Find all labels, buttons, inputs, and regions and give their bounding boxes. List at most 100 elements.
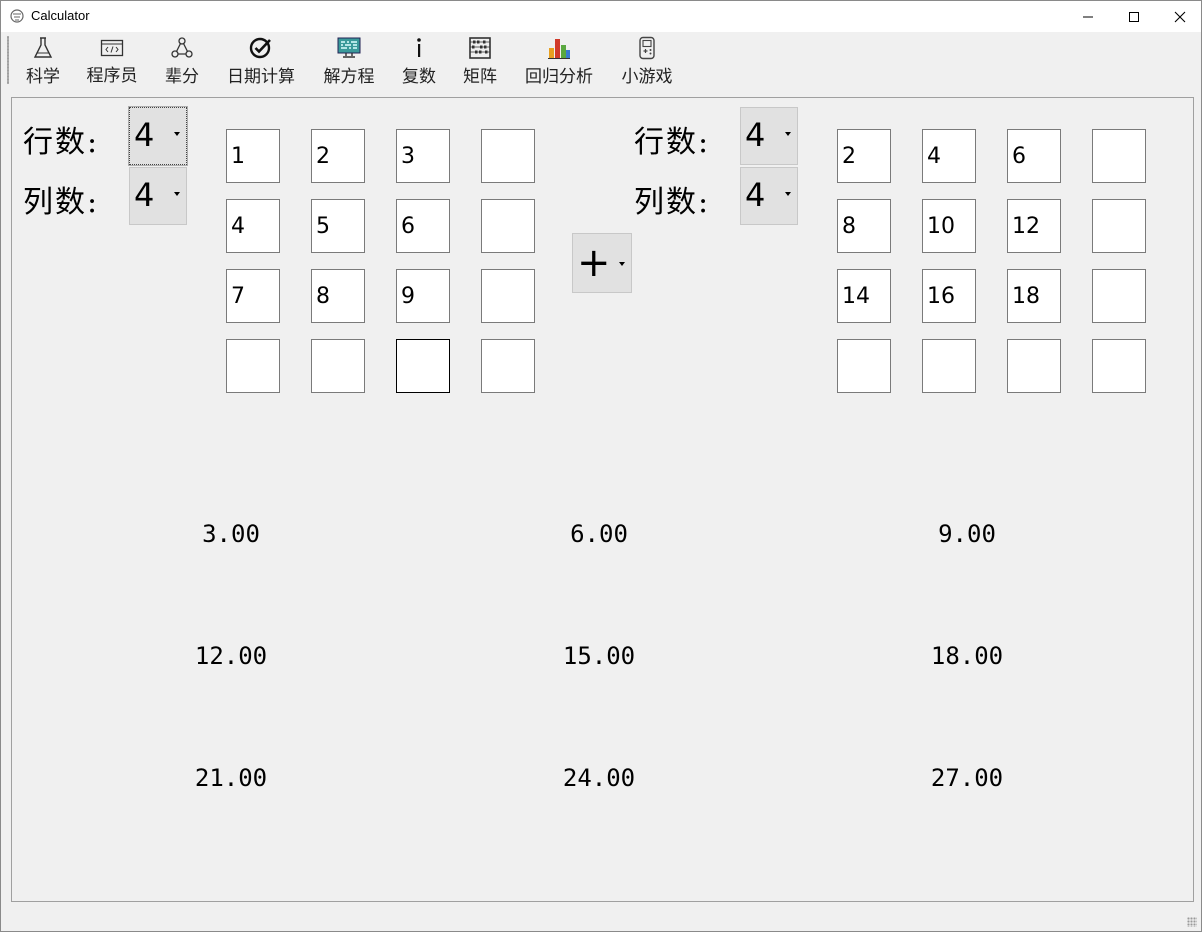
toolbar-label: 复数 <box>402 67 436 87</box>
toolbar-item-minigame[interactable]: 小游戏 <box>619 36 675 87</box>
matrix-a-rows-label: 行数: <box>23 125 100 160</box>
matrix-b-cell[interactable]: 6 <box>1007 129 1061 183</box>
matrix-a-cols-select[interactable]: 4 <box>129 167 187 225</box>
matrix-b-cell[interactable]: 4 <box>922 129 976 183</box>
chevron-down-icon <box>174 192 180 196</box>
matrix-b-cell[interactable]: 12 <box>1007 199 1061 253</box>
toolbar-item-science[interactable]: 科学 <box>24 36 62 87</box>
cell-value: 4 <box>927 144 941 169</box>
matrix-a-cell[interactable]: 8 <box>311 269 365 323</box>
matrix-b-cell[interactable] <box>1092 339 1146 393</box>
toolbar-label: 矩阵 <box>463 67 497 87</box>
cell-value: 2 <box>842 144 856 169</box>
matrix-a-cell[interactable] <box>311 339 365 393</box>
matrix-a-cell[interactable] <box>396 339 450 393</box>
matrix-a-cell[interactable] <box>481 339 535 393</box>
matrix-b-cell[interactable]: 2 <box>837 129 891 183</box>
cell-value: 5 <box>316 214 330 239</box>
cell-value: 6 <box>401 214 415 239</box>
operator-value: + <box>577 240 611 286</box>
cell-value: 8 <box>316 284 330 309</box>
toolbar-item-programmer[interactable]: 程序员 <box>84 36 140 86</box>
cell-value: 14 <box>842 284 870 309</box>
matrix-b-cell[interactable]: 8 <box>837 199 891 253</box>
close-button[interactable] <box>1157 1 1202 32</box>
toolbar-label: 解方程 <box>323 67 375 87</box>
window-title: Calculator <box>31 8 90 23</box>
matrix-a-cell[interactable]: 4 <box>226 199 280 253</box>
toolbar-label: 小游戏 <box>621 67 673 87</box>
cell-value: 4 <box>231 214 245 239</box>
matrix-b-cell[interactable] <box>1007 339 1061 393</box>
matrix-b-cell[interactable]: 10 <box>922 199 976 253</box>
matrix-a-cell[interactable]: 7 <box>226 269 280 323</box>
toolbar-item-complex[interactable]: 复数 <box>400 36 438 87</box>
app-calculator-icon <box>10 9 24 23</box>
matrix-b-cell[interactable] <box>922 339 976 393</box>
matrix-b-cell[interactable]: 18 <box>1007 269 1061 323</box>
matrix-a-cell[interactable]: 9 <box>396 269 450 323</box>
chevron-down-icon <box>785 192 791 196</box>
matrix-a-cols-value: 4 <box>134 176 155 214</box>
close-icon <box>1174 11 1186 22</box>
matrix-a-cell[interactable] <box>481 269 535 323</box>
result-cell: 6.00 <box>570 520 628 548</box>
operator-select[interactable]: + <box>572 233 632 293</box>
toolbar-item-date-calc[interactable]: 日期计算 <box>224 36 298 87</box>
matrix-a-cell[interactable]: 3 <box>396 129 450 183</box>
chevron-down-icon <box>619 262 625 266</box>
matrix-a-cell[interactable]: 2 <box>311 129 365 183</box>
matrix-a-cell[interactable]: 5 <box>311 199 365 253</box>
matrix-a-cell[interactable] <box>226 339 280 393</box>
matrix-a-cell[interactable]: 1 <box>226 129 280 183</box>
toolbar-item-kinship[interactable]: 辈分 <box>163 36 201 87</box>
cell-value: 16 <box>927 284 955 309</box>
toolbar-item-equation[interactable]: 解方程 <box>321 36 377 87</box>
toolbar-item-regression[interactable]: 回归分析 <box>522 36 596 87</box>
result-cell: 3.00 <box>202 520 260 548</box>
matrix-b-cols-select[interactable]: 4 <box>740 167 798 225</box>
matrix-b-rows-label: 行数: <box>634 125 711 160</box>
matrix-b-cell[interactable] <box>1092 129 1146 183</box>
result-cell: 12.00 <box>194 642 268 670</box>
date-check-icon <box>249 36 273 60</box>
maximize-icon <box>1129 11 1139 22</box>
cell-value: 9 <box>401 284 415 309</box>
matrix-b-cols-label: 列数: <box>634 185 711 220</box>
minimize-button[interactable] <box>1065 1 1111 32</box>
matrix-b-cell[interactable] <box>1092 269 1146 323</box>
toolbar-label: 程序员 <box>86 66 138 86</box>
toolbar-grip[interactable] <box>7 36 9 84</box>
toolbar-item-matrix[interactable]: 矩阵 <box>461 36 499 87</box>
matrix-a-cols-label: 列数: <box>23 185 100 220</box>
maximize-button[interactable] <box>1111 1 1157 32</box>
toolbar-label: 回归分析 <box>525 67 593 87</box>
calculator-window: Calculator 科学 程序员 辈分 日期计算 解方程 复数 矩阵 回归分析… <box>0 0 1202 932</box>
result-cell: 18.00 <box>930 642 1004 670</box>
minimize-icon <box>1083 16 1093 17</box>
matrix-a-cell[interactable]: 6 <box>396 199 450 253</box>
resize-grip[interactable] <box>1187 917 1197 927</box>
matrix-a-cell[interactable] <box>481 129 535 183</box>
cell-value: 10 <box>927 214 955 239</box>
matrix-b-rows-select[interactable]: 4 <box>740 107 798 165</box>
chevron-down-icon <box>174 132 180 136</box>
cell-value: 6 <box>1012 144 1026 169</box>
cell-value: 18 <box>1012 284 1040 309</box>
toolbar-label: 日期计算 <box>227 67 295 87</box>
matrix-b-cell[interactable]: 16 <box>922 269 976 323</box>
matrix-a-cell[interactable] <box>481 199 535 253</box>
cell-value: 2 <box>316 144 330 169</box>
code-window-icon <box>100 36 124 59</box>
matrix-b-cell[interactable] <box>1092 199 1146 253</box>
cell-value: 8 <box>842 214 856 239</box>
bar-chart-icon <box>547 36 571 60</box>
result-cell: 27.00 <box>930 764 1004 792</box>
cell-value: 12 <box>1012 214 1040 239</box>
matrix-a-rows-select[interactable]: 4 <box>128 106 188 166</box>
family-tree-icon <box>170 36 194 60</box>
matrix-b-cell[interactable] <box>837 339 891 393</box>
matrix-b-rows-value: 4 <box>745 116 766 154</box>
mode-toolbar: 科学 程序员 辈分 日期计算 解方程 复数 矩阵 回归分析 小游戏 <box>1 32 1201 88</box>
matrix-b-cell[interactable]: 14 <box>837 269 891 323</box>
